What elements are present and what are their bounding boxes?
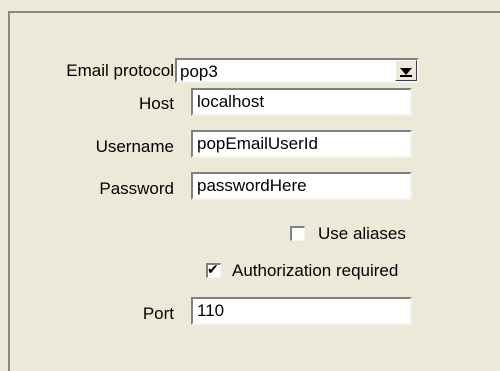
use-aliases-checkbox[interactable] [290,226,305,241]
use-aliases-label: Use aliases [318,224,406,243]
username-input[interactable] [191,130,412,158]
dropdown-button[interactable] [395,60,417,81]
port-label: Port [142,304,174,323]
chevron-down-icon [400,68,412,75]
authorization-required-label: Authorization required [232,261,399,280]
check-icon: ✔ [207,262,219,278]
host-input[interactable] [191,88,412,116]
password-label: Password [99,179,174,198]
port-input[interactable] [191,297,412,325]
groupbox-border-left [8,11,10,371]
username-label: Username [95,137,174,156]
settings-panel: Email protocol pop3 Host Username Passwo… [0,0,500,371]
email-protocol-select[interactable]: pop3 [175,58,419,83]
host-label: Host [139,94,174,113]
password-input[interactable] [191,172,412,200]
authorization-required-checkbox[interactable]: ✔ [206,262,221,278]
email-protocol-value: pop3 [180,62,218,81]
chevron-down-icon-bar [400,75,412,77]
groupbox-border-top [8,11,500,13]
email-protocol-label: Email protocol [66,61,174,80]
